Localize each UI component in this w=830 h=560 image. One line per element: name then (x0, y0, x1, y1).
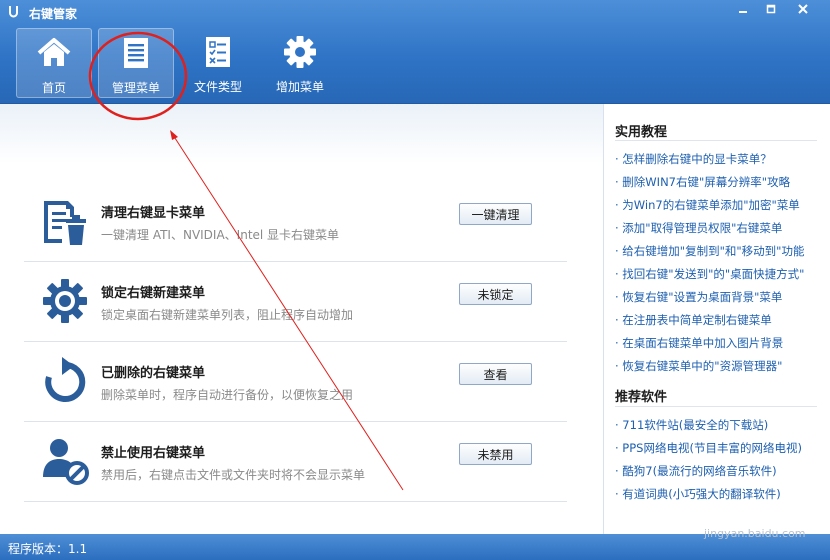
arrow-head-icon (170, 130, 178, 140)
annotation-overlay (88, 31, 404, 491)
watermark-text: jingyan.baidu.com (704, 527, 806, 540)
annotation-arrow-line (172, 134, 404, 491)
highlight-circle (88, 31, 188, 121)
